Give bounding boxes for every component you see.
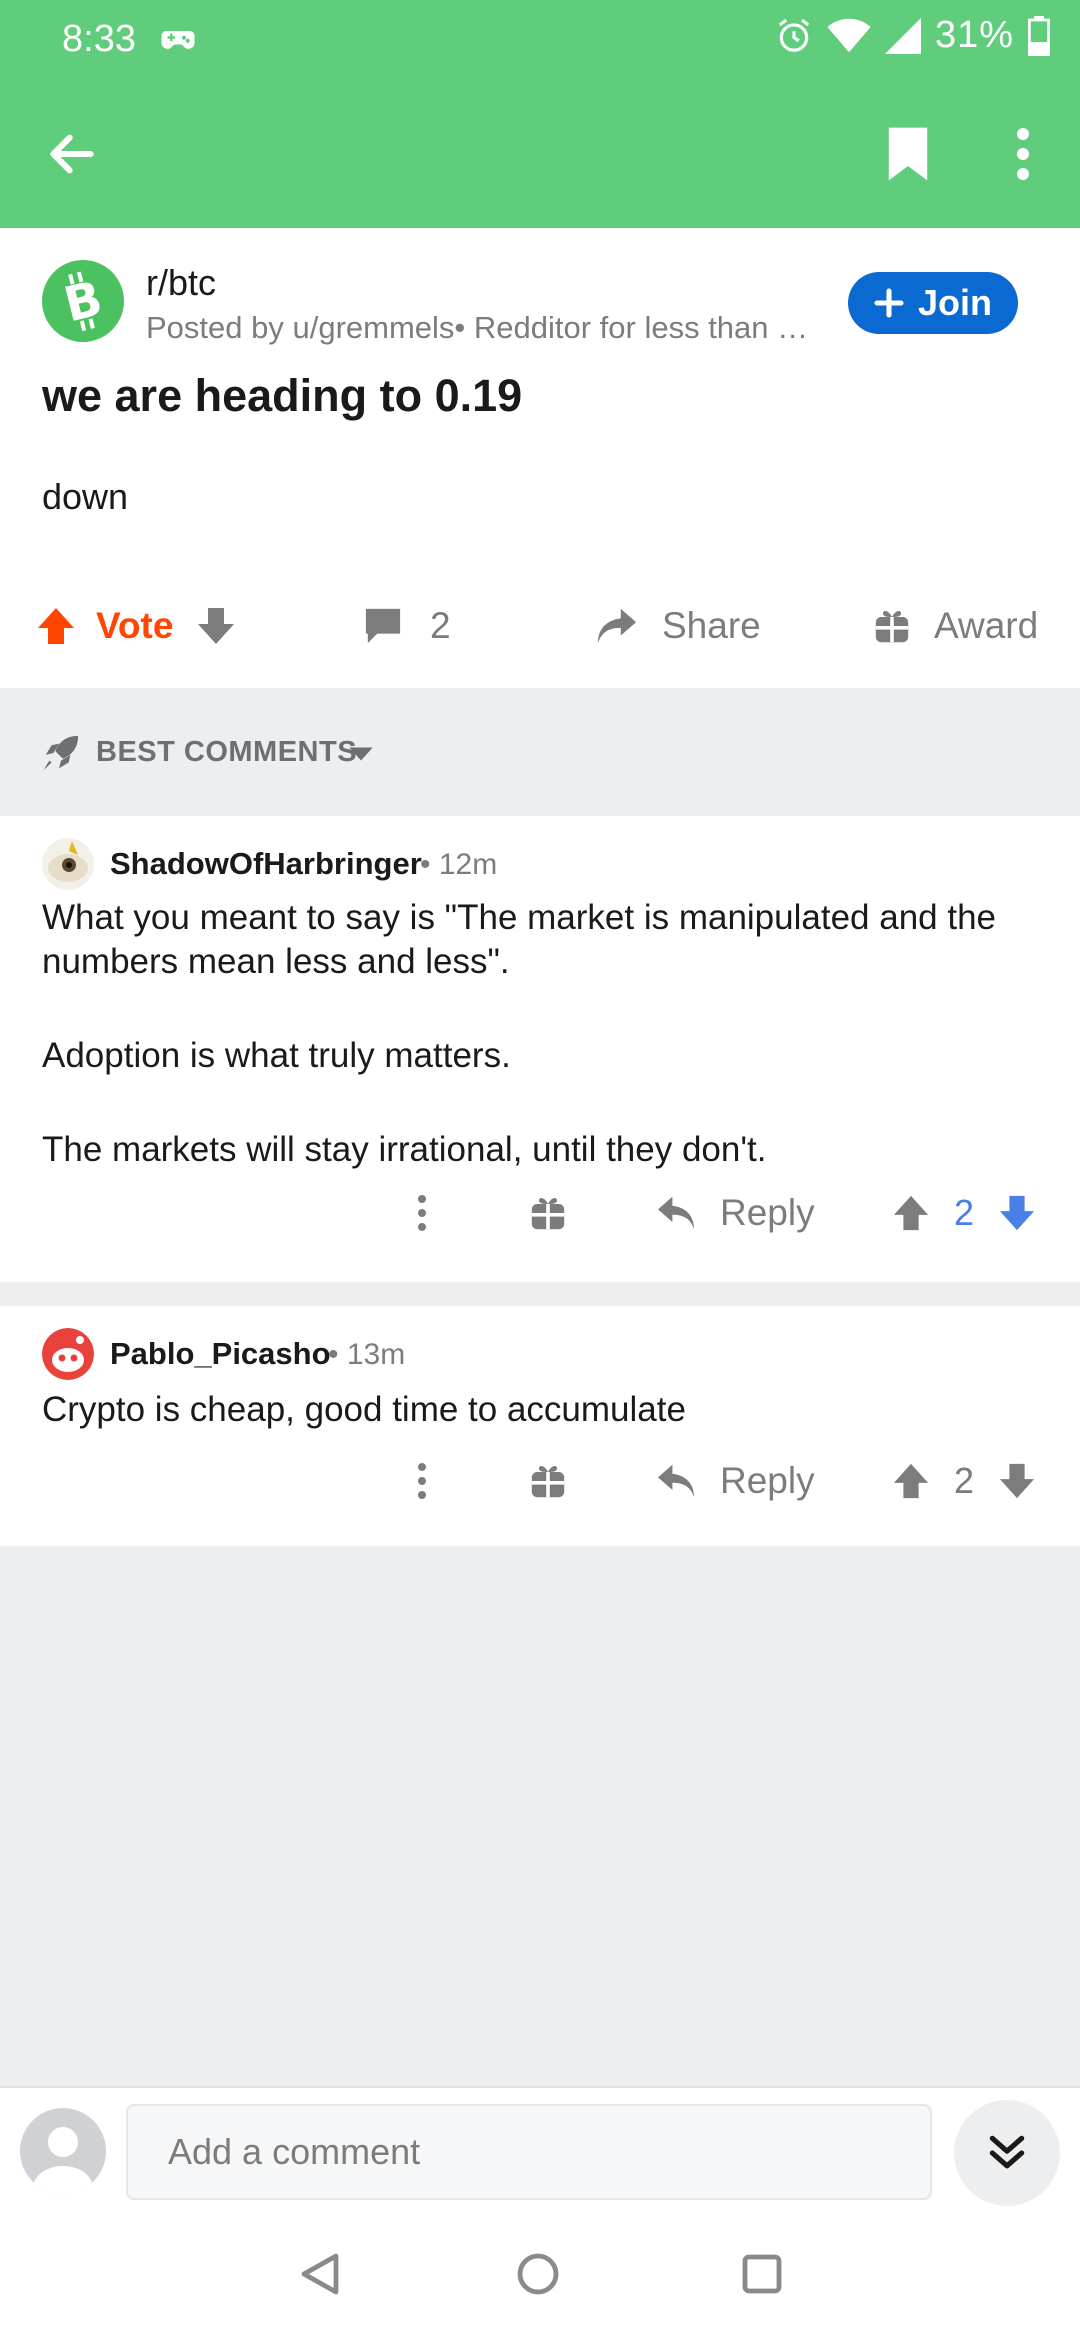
back-arrow-icon[interactable] <box>44 126 100 182</box>
more-vertical-icon[interactable] <box>1008 124 1038 184</box>
comment-actions: Reply 2 <box>0 1178 1080 1248</box>
game-controller-icon <box>161 31 195 49</box>
downvote-arrow-icon <box>999 1463 1035 1499</box>
join-label: Join <box>917 282 992 323</box>
snoo-avatar-icon <box>42 1328 94 1380</box>
downvote-arrow-icon <box>198 608 234 644</box>
comment-score: 2 <box>954 1192 975 1233</box>
gift-icon <box>875 611 909 643</box>
posted-by[interactable]: Posted by u/gremmels• Redditor for less … <box>146 310 826 346</box>
reply-label: Reply <box>720 1192 815 1233</box>
comment-paragraph: Adoption is what truly matters. <box>42 1036 511 1075</box>
alarm-icon <box>778 18 810 52</box>
comment-downvote-button[interactable] <box>998 1446 1036 1516</box>
comment-more-button[interactable] <box>412 1178 432 1248</box>
comment-actions: Reply 2 <box>0 1446 1080 1516</box>
more-vertical-icon <box>418 1463 426 1499</box>
post-title: we are heading to 0.19 <box>42 370 523 421</box>
share-arrow-icon <box>597 608 637 644</box>
comment-more-button[interactable] <box>412 1446 432 1516</box>
post-action-bar: Vote 2 Share Award <box>0 590 1080 662</box>
upvote-arrow-icon <box>893 1195 929 1231</box>
share-button[interactable]: Share <box>596 590 761 662</box>
comment-bubble-icon <box>365 608 401 644</box>
gift-icon <box>531 1198 565 1230</box>
upvote-arrow-icon <box>38 608 74 644</box>
rocket-icon <box>43 735 79 771</box>
comment-time: • 12m <box>420 848 498 881</box>
double-chevron-down-icon <box>989 2135 1025 2169</box>
nav-back-icon[interactable] <box>298 2252 342 2296</box>
battery-icon <box>1028 15 1050 56</box>
status-bar: 8:33 31% <box>0 0 1080 80</box>
user-avatar-icon <box>42 838 94 890</box>
avatar[interactable] <box>42 838 94 890</box>
sort-label: BEST COMMENTS <box>96 736 358 768</box>
downvote-arrow-icon <box>999 1195 1035 1231</box>
subreddit-name[interactable]: r/btc <box>146 262 216 304</box>
avatar <box>20 2108 106 2194</box>
award-button[interactable]: Award <box>874 590 1038 662</box>
post-card: B r/btc Posted by u/gremmels• Redditor f… <box>0 228 1080 688</box>
subreddit-avatar[interactable]: B <box>42 260 124 342</box>
add-comment-bar <box>0 2086 1080 2206</box>
reply-label: Reply <box>720 1460 815 1501</box>
comment-paragraph: What you meant to say is "The market is … <box>42 898 997 981</box>
comment: Pablo_Picasho • 13m Crypto is cheap, goo… <box>0 1306 1080 1546</box>
user-placeholder-icon <box>33 2127 93 2194</box>
comment-paragraph: The markets will stay irrational, until … <box>42 1130 767 1169</box>
comment-time: • 13m <box>328 1338 406 1371</box>
upvote-button[interactable] <box>36 590 76 662</box>
comment-input[interactable] <box>126 2104 932 2200</box>
battery-percent: 31% <box>934 14 1014 56</box>
cell-signal-icon <box>884 17 921 54</box>
comment-award-button[interactable] <box>530 1446 566 1516</box>
share-label: Share <box>662 605 761 646</box>
chevron-down-icon <box>349 747 373 761</box>
nav-recents-icon[interactable] <box>740 2252 784 2296</box>
comment-upvote-button[interactable] <box>892 1446 930 1516</box>
upvote-arrow-icon <box>893 1463 929 1499</box>
gift-icon <box>531 1466 565 1498</box>
award-label: Award <box>934 605 1039 646</box>
nav-home-icon[interactable] <box>516 2252 560 2296</box>
comment-sort-bar[interactable]: BEST COMMENTS <box>0 688 1080 816</box>
reply-button[interactable]: Reply <box>656 1446 815 1516</box>
screen: 8:33 31% B r/btc Posted by u/gremmels• R… <box>0 0 1080 2340</box>
comment-upvote-button[interactable] <box>892 1178 930 1248</box>
comment-score: 2 <box>954 1460 975 1501</box>
comment-body: What you meant to say is "The market is … <box>42 896 1052 1222</box>
comment-body: Crypto is cheap, good time to accumulate <box>42 1388 1052 1432</box>
comment-downvote-button[interactable] <box>998 1178 1036 1248</box>
downvote-button[interactable] <box>196 590 236 662</box>
plus-icon <box>874 288 904 318</box>
comment-author[interactable]: Pablo_Picasho <box>110 1336 331 1372</box>
comment-paragraph: Crypto is cheap, good time to accumulate <box>42 1390 686 1429</box>
comment-award-button[interactable] <box>530 1178 566 1248</box>
system-nav-bar <box>0 2206 1080 2340</box>
join-button[interactable]: Join <box>848 272 1018 334</box>
reply-arrow-icon <box>658 1464 694 1498</box>
comment-author[interactable]: ShadowOfHarbringer <box>110 846 422 882</box>
vote-label: Vote <box>96 605 174 646</box>
status-time: 8:33 <box>62 18 136 60</box>
avatar[interactable] <box>42 1328 94 1380</box>
post-body: down <box>42 476 129 517</box>
comment: ShadowOfHarbringer • 12m What you meant … <box>0 816 1080 1282</box>
more-vertical-icon <box>418 1195 426 1231</box>
comment-count: 2 <box>430 605 451 646</box>
bitcoin-cash-icon: B <box>59 270 108 333</box>
bookmark-icon[interactable] <box>884 124 932 184</box>
jump-to-next-button[interactable] <box>954 2100 1060 2206</box>
wifi-icon <box>827 18 871 52</box>
comments-button[interactable]: 2 <box>364 590 451 662</box>
reply-button[interactable]: Reply <box>656 1178 815 1248</box>
reply-arrow-icon <box>658 1196 694 1230</box>
app-bar <box>0 80 1080 228</box>
